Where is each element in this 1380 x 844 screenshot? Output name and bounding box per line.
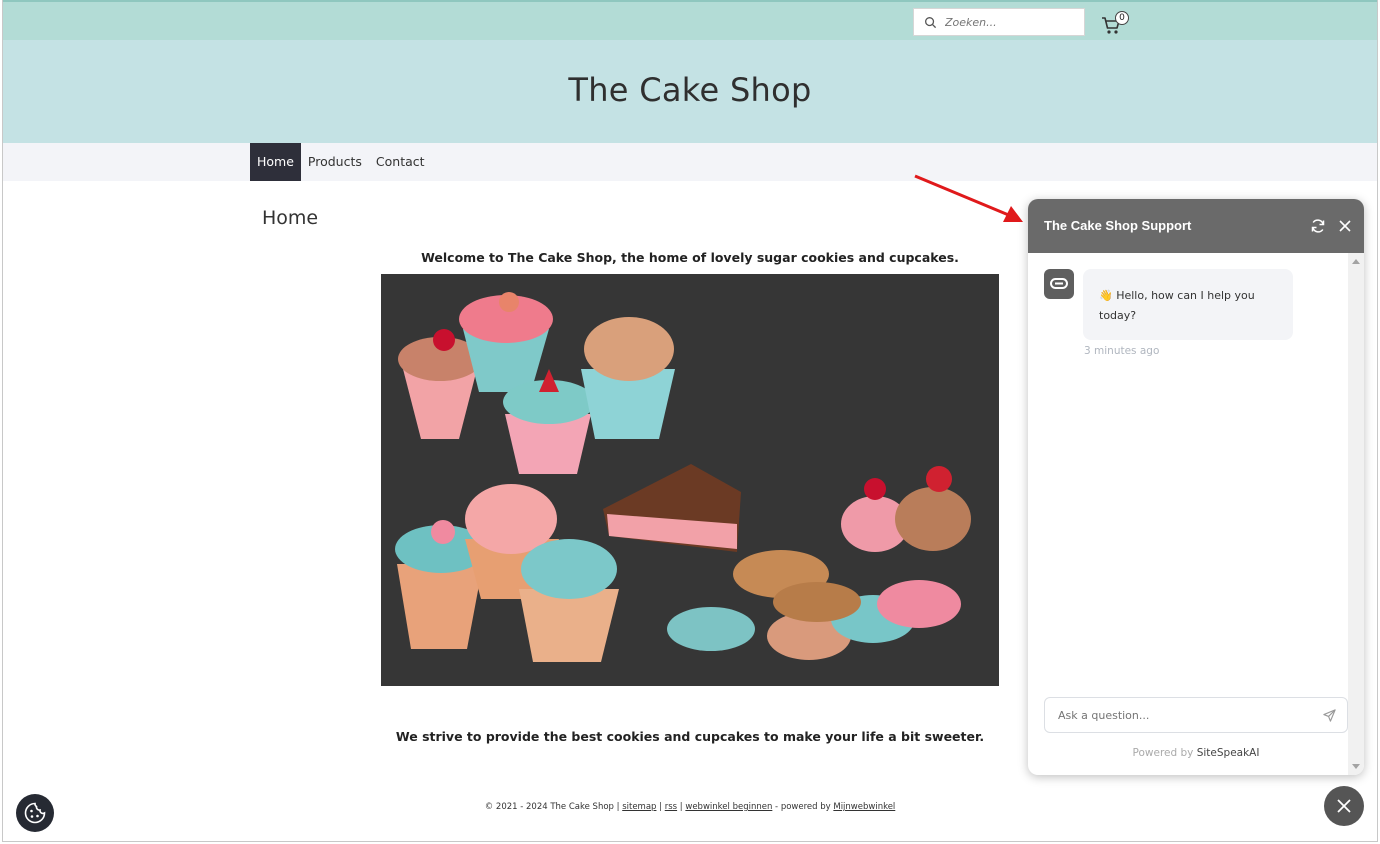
site-header: The Cake Shop xyxy=(3,40,1377,143)
close-icon[interactable] xyxy=(1337,218,1353,234)
search-input[interactable] xyxy=(945,15,1075,29)
chat-title: The Cake Shop Support xyxy=(1044,218,1192,233)
cookie-icon xyxy=(24,802,46,824)
search-icon xyxy=(925,16,937,28)
page-heading: Home xyxy=(262,207,319,229)
cookie-settings-button[interactable] xyxy=(16,794,54,832)
send-icon[interactable] xyxy=(1322,708,1337,723)
bot-avatar-icon xyxy=(1044,269,1074,299)
cupcake-chocolate xyxy=(581,317,675,439)
footer-link-mijnwebwinkel[interactable]: Mijnwebwinkel xyxy=(833,802,895,812)
bot-message-bubble: 👋 Hello, how can I help you today? xyxy=(1083,269,1293,340)
welcome-text: Welcome to The Cake Shop, the home of lo… xyxy=(421,250,959,265)
footer-separator: | xyxy=(656,802,665,812)
cart-count-badge: 0 xyxy=(1115,11,1129,25)
nav-item-home[interactable]: Home xyxy=(250,143,301,181)
hero-image xyxy=(381,274,999,686)
cookies xyxy=(667,550,961,660)
page-frame: 0 The Cake Shop Home Products Contact Ho… xyxy=(2,0,1378,842)
search-box[interactable] xyxy=(913,8,1085,36)
scroll-down-arrow[interactable] xyxy=(1352,764,1360,769)
message-timestamp: 3 minutes ago xyxy=(1084,345,1160,357)
truffles xyxy=(841,466,971,552)
footer-link-sitemap[interactable]: sitemap xyxy=(622,802,656,812)
wave-emoji-icon: 👋 xyxy=(1099,289,1113,302)
top-bar: 0 xyxy=(3,0,1377,40)
footer-powered-text: - powered by xyxy=(772,802,834,812)
chat-scrollbar[interactable] xyxy=(1348,253,1364,775)
scroll-up-arrow[interactable] xyxy=(1352,259,1360,264)
bot-message-text: Hello, how can I help you today? xyxy=(1099,289,1255,322)
site-title[interactable]: The Cake Shop xyxy=(3,71,1377,109)
cupcake-sprinkle xyxy=(519,539,619,662)
main-nav: Home Products Contact xyxy=(3,143,1377,181)
mission-text: We strive to provide the best cookies an… xyxy=(395,729,985,744)
chat-question-input[interactable] xyxy=(1058,708,1308,722)
footer-link-webwinkel[interactable]: webwinkel beginnen xyxy=(685,802,772,812)
footer: © 2021 - 2024 The Cake Shop | sitemap | … xyxy=(3,802,1377,812)
powered-by-label: Powered by xyxy=(1132,747,1197,759)
annotation-arrow-icon xyxy=(914,174,1023,222)
chat-toggle-button[interactable] xyxy=(1324,786,1364,826)
close-chat-icon xyxy=(1337,799,1351,813)
cakes-illustration xyxy=(395,292,971,662)
powered-by-brand-link[interactable]: SiteSpeakAI xyxy=(1197,747,1260,759)
chat-input-box[interactable] xyxy=(1044,697,1348,733)
cake-slice xyxy=(603,464,741,552)
nav-item-products[interactable]: Products xyxy=(301,143,369,181)
powered-by: Powered by SiteSpeakAI xyxy=(1028,747,1364,759)
nav-item-contact[interactable]: Contact xyxy=(369,143,432,181)
chat-widget: The Cake Shop Support 👋 Hello, how can I… xyxy=(1028,199,1364,775)
cart-button[interactable]: 0 xyxy=(1101,11,1133,35)
footer-link-rss[interactable]: rss xyxy=(665,802,677,812)
footer-copyright: © 2021 - 2024 The Cake Shop | xyxy=(484,802,623,812)
refresh-icon[interactable] xyxy=(1310,218,1326,234)
chat-header: The Cake Shop Support xyxy=(1028,199,1364,253)
